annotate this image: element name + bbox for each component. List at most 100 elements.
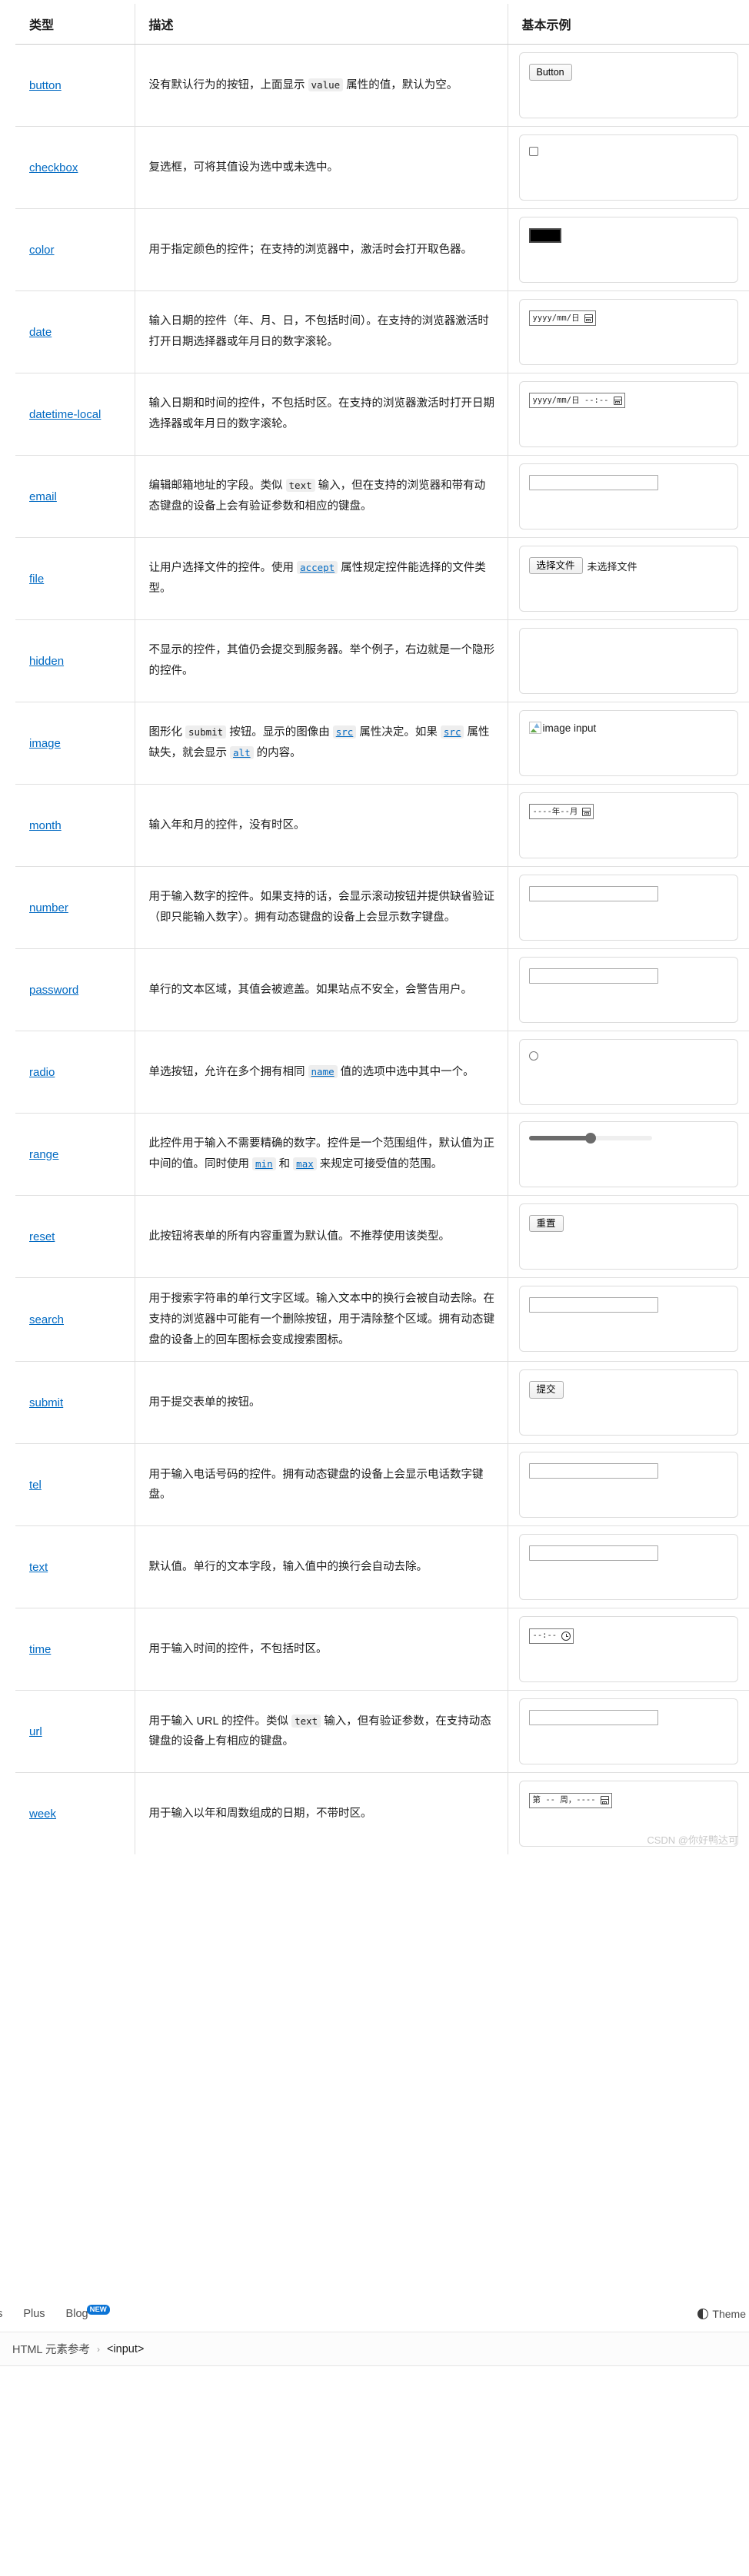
type-link-password[interactable]: password <box>29 984 78 997</box>
inline-code-link[interactable]: src <box>332 725 357 739</box>
type-link-url[interactable]: url <box>29 1725 42 1738</box>
example-text-input[interactable] <box>528 1710 658 1726</box>
type-link-number[interactable]: number <box>29 901 68 915</box>
type-link-file[interactable]: file <box>29 573 44 586</box>
type-cell: password <box>15 948 135 1031</box>
type-link-submit[interactable]: submit <box>29 1396 63 1409</box>
calendar-icon[interactable] <box>582 807 591 816</box>
type-link-week[interactable]: week <box>29 1808 56 1821</box>
inline-code-link[interactable]: min <box>252 1157 276 1170</box>
example-cell <box>508 455 749 538</box>
description-cell: 用于搜索字符串的单行文字区域。输入文本中的换行会被自动去除。在支持的浏览器中可能… <box>135 1276 508 1362</box>
example-color-swatch[interactable] <box>528 228 561 243</box>
inline-code-link[interactable]: max <box>293 1157 317 1170</box>
inline-code-link[interactable]: src <box>440 725 464 739</box>
example-cell <box>508 1113 749 1196</box>
example-checkbox[interactable] <box>528 147 538 156</box>
example-text-input[interactable] <box>528 1463 658 1479</box>
type-link-date[interactable]: date <box>29 326 52 339</box>
example-frame <box>518 1039 738 1105</box>
type-cell: week <box>15 1772 135 1855</box>
example-submit-button[interactable]: 提交 <box>528 1381 564 1399</box>
breadcrumb-parent-link[interactable]: HTML 元素参考 <box>12 2341 90 2357</box>
column-header-example: 基本示例 <box>508 4 749 45</box>
date-placeholder: 第 -- 周，---- <box>532 1795 596 1805</box>
description-cell: 输入日期和时间的控件，不包括时区。在支持的浏览器激活时打开日期选择器或年月日的数… <box>135 373 508 456</box>
clock-icon[interactable] <box>561 1631 571 1641</box>
inline-code-link[interactable]: accept <box>297 561 338 575</box>
example-text-input[interactable] <box>528 475 658 490</box>
type-link-hidden[interactable]: hidden <box>29 655 64 668</box>
description-cell: 用于输入时间的控件，不包括时区。 <box>135 1608 508 1691</box>
example-cell <box>508 619 749 702</box>
example-text-input[interactable] <box>528 1545 658 1562</box>
choose-file-button[interactable]: 选择文件 <box>528 557 583 575</box>
example-text-input[interactable] <box>528 968 658 984</box>
table-row: checkbox 复选框，可将其值设为选中或未选中。 <box>15 126 749 209</box>
type-description: 此按钮将表单的所有内容重置为默认值。不推荐使用该类型。 <box>149 1227 495 1247</box>
example-text-input[interactable] <box>528 886 658 901</box>
nav-item-articles[interactable]: es <box>0 2308 2 2320</box>
theme-switcher[interactable]: Theme <box>697 2308 749 2320</box>
breadcrumb-current: <input> <box>106 2342 145 2355</box>
type-cell: hidden <box>15 619 135 702</box>
table-row: reset 此按钮将表单的所有内容重置为默认值。不推荐使用该类型。 重置 <box>15 1195 749 1278</box>
type-cell: radio <box>15 1031 135 1114</box>
type-link-time[interactable]: time <box>29 1643 51 1656</box>
type-cell: month <box>15 784 135 867</box>
type-link-range[interactable]: range <box>29 1148 58 1161</box>
type-link-reset[interactable]: reset <box>29 1230 55 1243</box>
description-cell: 用于输入以年和周数组成的日期，不带时区。 <box>135 1772 508 1855</box>
type-link-image[interactable]: image <box>29 737 61 750</box>
range-thumb[interactable] <box>584 1133 596 1144</box>
example-text-input[interactable] <box>528 1297 658 1313</box>
type-cell: date <box>15 290 135 373</box>
page-root: 类型 描述 基本示例 button 没有默认行为的按钮，上面显示 value 属性… <box>0 4 749 2366</box>
type-link-tel[interactable]: tel <box>29 1479 42 1492</box>
nav-item-plus[interactable]: Plus <box>23 2308 45 2320</box>
type-description: 输入日期的控件（年、月、日，不包括时间）。在支持的浏览器激活时打开日期选择器或年… <box>149 311 495 353</box>
example-range-slider[interactable] <box>528 1133 652 1144</box>
example-image-input[interactable]: image input <box>528 722 596 734</box>
calendar-icon[interactable] <box>584 314 593 323</box>
type-cell: reset <box>15 1195 135 1278</box>
example-cell <box>508 866 749 949</box>
type-link-month[interactable]: month <box>29 819 62 832</box>
desc-text: 此按钮将表单的所有内容重置为默认值。不推荐使用该类型。 <box>148 1230 451 1243</box>
table-row: hidden 不显示的控件，其值仍会提交到服务器。举个例子，右边就是一个隐形的控件… <box>15 619 749 702</box>
type-link-color[interactable]: color <box>29 244 55 257</box>
date-input[interactable]: yyyy/mm/日 <box>528 310 596 327</box>
calendar-icon[interactable] <box>613 396 622 405</box>
type-description: 没有默认行为的按钮，上面显示 value 属性的值，默认为空。 <box>149 75 495 96</box>
inline-code-link[interactable]: name <box>308 1064 338 1078</box>
type-description: 单选按钮，允许在多个拥有相同 name 值的选项中选中其中一个。 <box>149 1062 495 1083</box>
date-input[interactable]: --:-- <box>528 1628 574 1644</box>
type-link-text[interactable]: text <box>29 1561 48 1574</box>
type-description: 复选框，可将其值设为选中或未选中。 <box>149 158 495 178</box>
nav-item-blog[interactable]: Blog NEW <box>65 2304 112 2321</box>
calendar-icon[interactable] <box>600 1796 609 1805</box>
date-input[interactable]: ----年--月 <box>528 804 594 820</box>
type-cell: email <box>15 455 135 538</box>
nav-item-blog-label: Blog <box>65 2307 88 2320</box>
example-cell <box>508 1525 749 1608</box>
breadcrumb-separator-icon: › <box>96 2343 100 2355</box>
example-radio[interactable] <box>528 1051 538 1061</box>
example-button[interactable]: Button <box>528 64 572 81</box>
type-link-search[interactable]: search <box>29 1313 64 1326</box>
desc-text: 让用户选择文件的控件。使用 <box>148 562 298 575</box>
type-link-button[interactable]: button <box>29 79 62 92</box>
example-file-input[interactable]: 选择文件 未选择文件 <box>528 557 729 575</box>
type-link-datetime-local[interactable]: datetime-local <box>29 408 101 421</box>
date-input[interactable]: 第 -- 周，---- <box>528 1792 612 1808</box>
type-cell: time <box>15 1608 135 1691</box>
table-row: submit 用于提交表单的按钮。 提交 <box>15 1361 749 1444</box>
desc-text: 单行的文本区域，其值会被遮盖。如果站点不安全，会警告用户。 <box>148 983 473 996</box>
type-link-radio[interactable]: radio <box>29 1066 55 1079</box>
type-link-email[interactable]: email <box>29 490 57 503</box>
type-link-checkbox[interactable]: checkbox <box>29 161 78 174</box>
date-input[interactable]: yyyy/mm/日 --:-- <box>528 393 625 409</box>
inline-code-link[interactable]: alt <box>230 746 254 759</box>
example-cell: image input <box>508 702 749 785</box>
example-reset-button[interactable]: 重置 <box>528 1215 564 1233</box>
